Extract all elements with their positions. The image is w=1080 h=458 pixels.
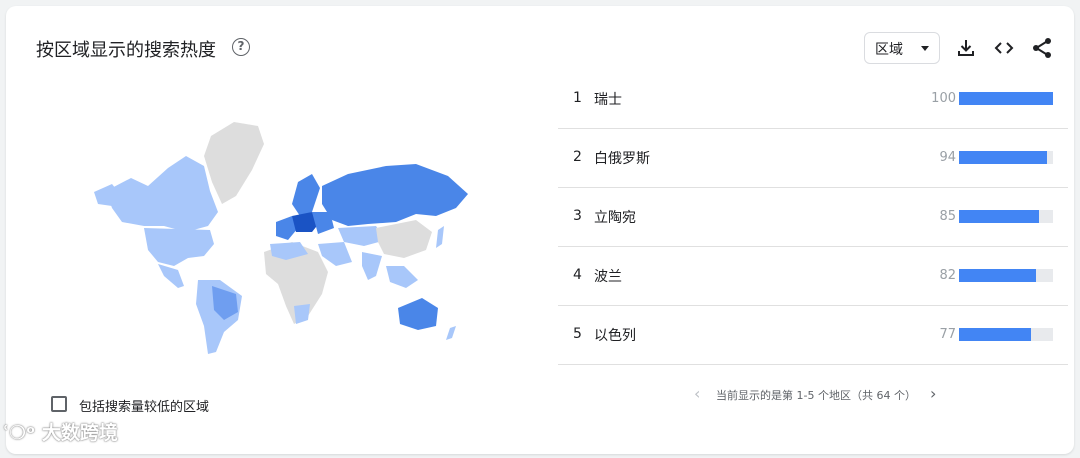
watermark-logo: ʿ❍ᵒ 大数跨境 xyxy=(2,418,118,445)
watermark-text: 大数跨境 xyxy=(41,422,118,444)
map-region-scandinavia[interactable] xyxy=(292,174,320,216)
watermark-glyph-icon: ʿ❍ᵒ xyxy=(2,422,36,444)
map-region-southeast-asia[interactable] xyxy=(386,266,418,288)
interest-bar xyxy=(959,151,1053,164)
interest-bar-fill xyxy=(959,92,1053,105)
chevron-left-icon[interactable]: ‹ xyxy=(694,384,700,403)
interest-bar xyxy=(959,269,1053,282)
map-region-india[interactable] xyxy=(362,252,382,280)
interest-value: 85 xyxy=(939,209,956,224)
ranking-number: 1 xyxy=(573,90,582,106)
map-region-south-africa[interactable] xyxy=(294,304,310,324)
interest-value: 82 xyxy=(939,268,956,283)
interest-value: 100 xyxy=(931,91,956,106)
interest-bar xyxy=(959,328,1053,341)
interest-bar-fill xyxy=(959,269,1037,282)
share-icon[interactable] xyxy=(1030,36,1054,60)
interest-value: 77 xyxy=(939,327,956,342)
regional-interest-card: 按区域显示的搜索热度 ? 区域 1 瑞士 100 2 白俄罗斯 94 3 立陶宛… xyxy=(6,6,1074,454)
interest-bar xyxy=(959,210,1053,223)
code-icon[interactable] xyxy=(992,36,1016,60)
download-icon[interactable] xyxy=(954,36,978,60)
map-region-russia[interactable] xyxy=(322,164,468,226)
world-map[interactable] xyxy=(86,116,476,356)
ranking-number: 3 xyxy=(573,208,582,224)
card-title: 按区域显示的搜索热度 xyxy=(36,40,216,61)
resolution-select-value: 区域 xyxy=(875,42,903,58)
pagination-text: 当前显示的是第 1-5 个地区（共 64 个） xyxy=(716,389,916,402)
ranking-row[interactable]: 2 白俄罗斯 94 xyxy=(558,129,1068,188)
interest-value: 94 xyxy=(939,150,956,165)
ranking-number: 5 xyxy=(573,326,582,342)
region-name[interactable]: 瑞士 xyxy=(594,89,622,109)
region-ranking-list: 1 瑞士 100 2 白俄罗斯 94 3 立陶宛 85 4 波兰 82 5 以色… xyxy=(558,70,1068,365)
interest-bar-fill xyxy=(959,328,1032,341)
ranking-row[interactable]: 3 立陶宛 85 xyxy=(558,188,1068,247)
resolution-select[interactable]: 区域 xyxy=(864,32,940,64)
map-region-canada[interactable] xyxy=(106,156,218,232)
map-region-greenland[interactable] xyxy=(204,122,264,204)
region-name[interactable]: 立陶宛 xyxy=(594,207,636,227)
interest-bar-fill xyxy=(959,151,1048,164)
region-name[interactable]: 波兰 xyxy=(594,266,622,286)
ranking-row[interactable]: 5 以色列 77 xyxy=(558,306,1068,365)
low-volume-label[interactable]: 包括搜索量较低的区域 xyxy=(79,396,209,415)
chevron-right-icon[interactable]: › xyxy=(930,384,936,403)
region-name[interactable]: 以色列 xyxy=(594,325,636,345)
caret-down-icon xyxy=(921,46,929,51)
ranking-row[interactable]: 4 波兰 82 xyxy=(558,247,1068,306)
map-region-japan[interactable] xyxy=(436,226,444,248)
map-region-new-zealand[interactable] xyxy=(446,326,456,340)
region-name[interactable]: 白俄罗斯 xyxy=(594,148,650,168)
ranking-number: 4 xyxy=(573,267,582,283)
interest-bar-fill xyxy=(959,210,1039,223)
ranking-number: 2 xyxy=(573,149,582,165)
map-region-mexico[interactable] xyxy=(158,264,184,288)
map-region-australia[interactable] xyxy=(398,298,438,330)
map-region-china[interactable] xyxy=(376,220,432,258)
interest-bar xyxy=(959,92,1053,105)
ranking-row[interactable]: 1 瑞士 100 xyxy=(558,70,1068,129)
map-region-usa[interactable] xyxy=(144,228,214,266)
question-circle-icon[interactable]: ? xyxy=(232,38,250,56)
low-volume-checkbox[interactable] xyxy=(51,396,67,412)
